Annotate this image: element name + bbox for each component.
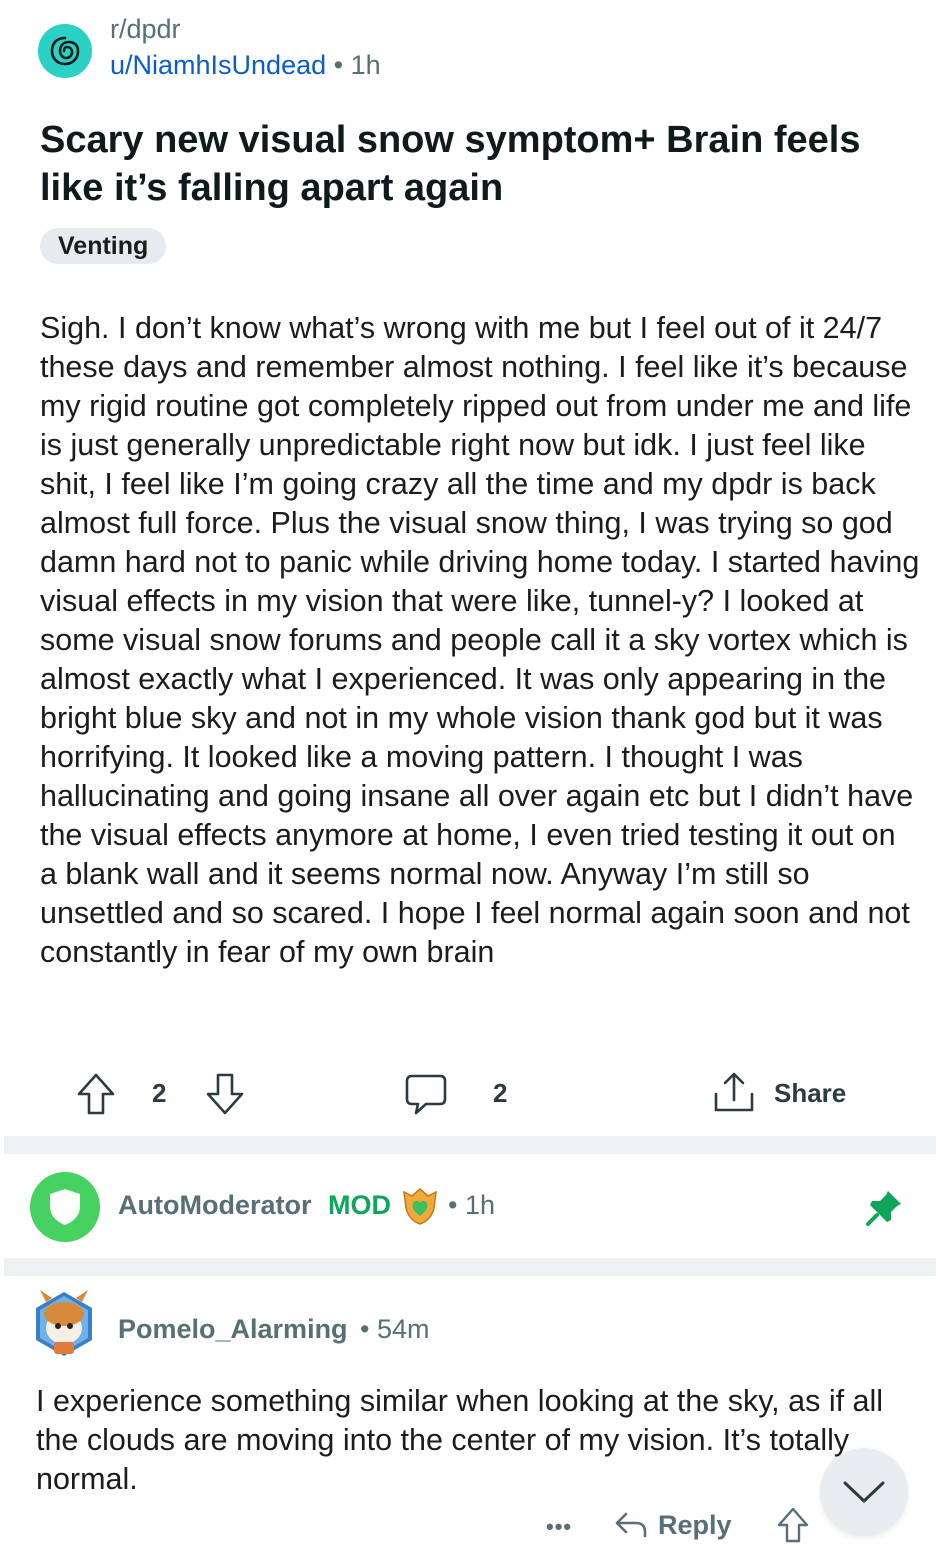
section-divider xyxy=(4,1136,936,1154)
comment-upvote-button[interactable] xyxy=(776,1506,810,1544)
subreddit-name[interactable]: r/dpdr xyxy=(110,14,181,45)
upvote-icon xyxy=(77,1073,115,1115)
post-title: Scary new visual snow symptom+ Brain fee… xyxy=(40,119,861,209)
heart-shield-icon xyxy=(400,1186,440,1231)
automod-time-value: 1h xyxy=(464,1190,496,1220)
comments-button[interactable] xyxy=(404,1072,448,1116)
vote-count: 2 xyxy=(152,1078,167,1108)
automod-name[interactable]: AutoModerator xyxy=(118,1190,311,1221)
post-author[interactable]: u/NiamhIsUndead xyxy=(110,50,326,80)
comment-body: I experience something similar when look… xyxy=(36,1384,884,1496)
share-label: Share xyxy=(774,1077,847,1108)
share-button[interactable]: Share xyxy=(712,1070,846,1116)
automod-comment-header[interactable]: AutoModerator MOD • 1h xyxy=(0,1170,938,1248)
reply-button[interactable]: Reply xyxy=(614,1508,732,1542)
brain-swirl-icon xyxy=(50,36,80,66)
more-options-button[interactable]: ••• xyxy=(546,1514,572,1540)
subreddit-avatar[interactable] xyxy=(38,24,92,78)
post-body: Sigh. I don’t know what’s wrong with me … xyxy=(40,311,920,969)
upvote-icon xyxy=(777,1507,809,1543)
comment-meta: • 54m xyxy=(360,1314,430,1345)
comment-action-bar: ••• Reply xyxy=(0,1506,938,1552)
user-avatar[interactable] xyxy=(30,1284,98,1362)
comment-time: 54m xyxy=(376,1314,430,1344)
reply-arrow-icon xyxy=(615,1512,647,1538)
chevron-down-icon xyxy=(843,1481,885,1503)
reply-label: Reply xyxy=(658,1509,732,1540)
post-time: 1h xyxy=(350,50,381,80)
post-action-bar: 2 2 Share xyxy=(0,1066,938,1122)
comment-thread-item: Pomelo_Alarming • 54m I experience somet… xyxy=(0,1280,938,1552)
post-flair[interactable]: Venting xyxy=(40,228,167,264)
pinned-icon xyxy=(864,1188,904,1233)
share-icon xyxy=(714,1072,754,1112)
meta-separator: • xyxy=(360,1314,370,1344)
automod-avatar xyxy=(30,1172,100,1242)
section-divider xyxy=(4,1258,936,1276)
comment-bubble-icon xyxy=(405,1074,447,1115)
meta-separator: • xyxy=(448,1190,458,1220)
downvote-button[interactable] xyxy=(205,1072,245,1116)
snoo-avatar-icon xyxy=(36,1290,92,1356)
comment-count: 2 xyxy=(493,1078,508,1108)
scroll-next-comment-button[interactable] xyxy=(820,1448,908,1536)
shield-icon xyxy=(50,1189,80,1225)
downvote-icon xyxy=(206,1073,244,1115)
automod-time: • 1h xyxy=(448,1190,495,1221)
mod-badge: MOD xyxy=(328,1190,391,1220)
upvote-button[interactable] xyxy=(76,1072,116,1116)
meta-separator: • xyxy=(333,50,344,80)
post-meta: u/NiamhIsUndead • 1h xyxy=(110,50,381,81)
comment-author[interactable]: Pomelo_Alarming xyxy=(118,1314,348,1345)
